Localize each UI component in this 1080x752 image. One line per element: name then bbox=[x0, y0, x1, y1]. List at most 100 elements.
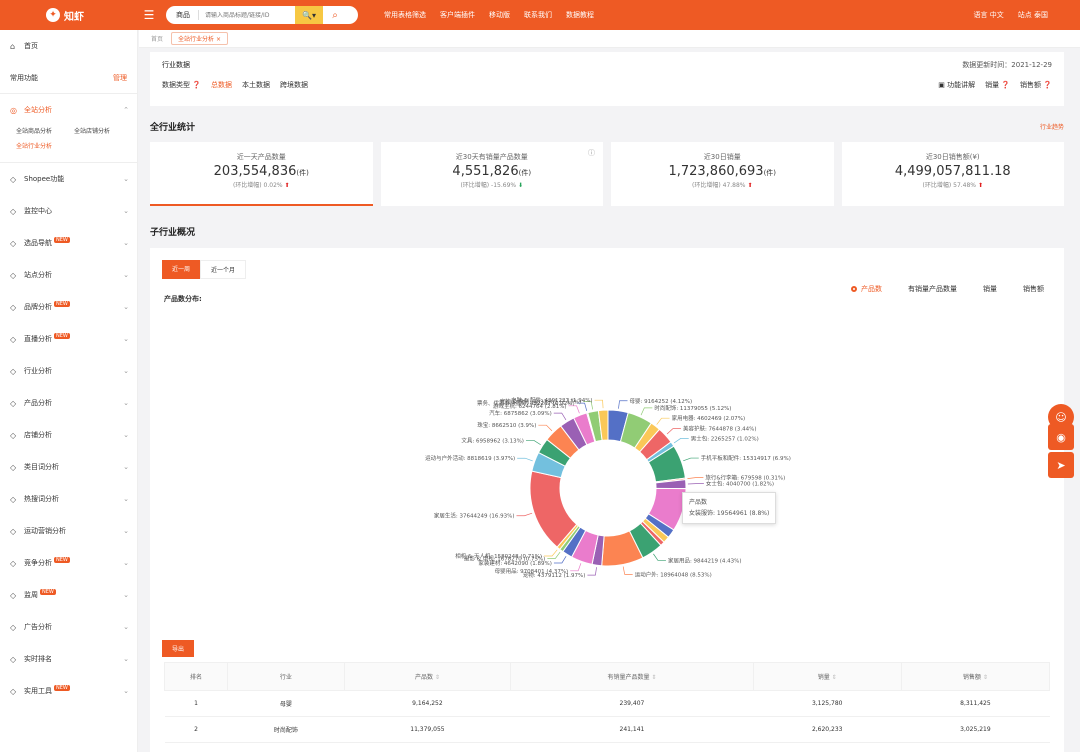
menu-item[interactable]: 客户端插件 bbox=[440, 10, 475, 20]
industry-table: 排名 行业 产品数 ⇕ 有销量产品数量 ⇕ 销量 ⇕ 销售额 ⇕ 1 母婴 9,164,252… bbox=[163, 662, 1051, 752]
sort-icon: ⇕ bbox=[982, 674, 988, 681]
table-row[interactable]: 2 时尚配饰 11,379,055 241,141 2,620,233 3,025,219 bbox=[164, 716, 1050, 743]
label-line bbox=[618, 400, 628, 409]
table-cell: 3 bbox=[164, 742, 228, 752]
type-crossborder[interactable]: 跨境数据 bbox=[280, 80, 308, 90]
new-badge: NEW bbox=[40, 589, 56, 595]
sidebar-item[interactable]: ◇ 直播分析 NEW ⌄ bbox=[0, 323, 137, 355]
sales-link[interactable]: 销量 ❓ bbox=[985, 80, 1010, 90]
rank-icon: ◇ bbox=[10, 654, 17, 664]
brand-logo[interactable]: ✦ 知虾 bbox=[0, 8, 138, 23]
tab-home[interactable]: 首页 bbox=[151, 34, 163, 43]
table-cell: 时尚配饰 bbox=[227, 716, 345, 743]
sidebar-item[interactable]: ◇ 监控中心 ⌄ bbox=[0, 195, 137, 227]
menu-item[interactable]: 常用表格筛选 bbox=[384, 10, 426, 20]
sidebar: ⌂ 首页 常用功能 管理 ◎ 全站分析 ⌃ 全站商品分析 全站店铺分析 全站行业… bbox=[0, 30, 138, 752]
help-icon[interactable]: ❓ bbox=[192, 81, 201, 89]
sidebar-item[interactable]: ◇ 竞争分析 NEW ⌄ bbox=[0, 547, 137, 579]
sidebar-item[interactable]: ◇ 实时排名 ⌄ bbox=[0, 643, 137, 675]
sidebar-item[interactable]: ◇ 广告分析 ⌄ bbox=[0, 611, 137, 643]
sidebar-item-label: 选品导航 bbox=[24, 239, 52, 247]
industry-header-card: 行业数据 数据更新时间：2021-12-29 数据类型 ❓ 总数据 本土数据 跨… bbox=[150, 52, 1064, 106]
tooltip-value: 女装服饰: 19564961 (8.8%) bbox=[689, 510, 770, 517]
manage-link[interactable]: 管理 bbox=[113, 73, 127, 83]
column-header[interactable]: 行业 bbox=[227, 662, 345, 691]
search-input[interactable] bbox=[199, 11, 295, 19]
table-row[interactable]: 3家用电器4,602,46979,473503,9325,442,331 bbox=[164, 742, 1050, 752]
stat-card[interactable]: 近30天有销量产品数量 4,551,826(件) (环比增幅) -15.69% … bbox=[380, 142, 603, 206]
industry-trend-link[interactable]: 行业趋势 bbox=[1040, 122, 1064, 131]
info-icon[interactable]: ⓘ bbox=[588, 148, 595, 158]
sidebar-item[interactable]: ◇ 实用工具 NEW ⌄ bbox=[0, 675, 137, 707]
slice-label: 珠宝: 8662510 (3.9%) bbox=[477, 421, 536, 429]
sidebar-item[interactable]: ◇ 监周 NEW ⌄ bbox=[0, 579, 137, 611]
period-month[interactable]: 近一个月 bbox=[200, 260, 247, 279]
sidebar-item-category[interactable]: ◎ 全站分析 ⌃ bbox=[0, 94, 137, 126]
sidebar-item[interactable]: ◇ 站点分析 ⌄ bbox=[0, 259, 137, 291]
column-header[interactable]: 销售额 ⇕ bbox=[900, 662, 1051, 691]
table-body: 1 母婴 9,164,252 239,407 3,125,780 8,311,425 2 时尚… bbox=[164, 690, 1050, 752]
image-search-icon[interactable]: 🔍▾ bbox=[295, 6, 323, 24]
stat-label: 近30天有销量产品数量 bbox=[455, 153, 528, 161]
sidebar-item[interactable]: ◇ Shopee功能 ⌄ bbox=[0, 163, 137, 195]
sub-industry-panel: 近一周 近一个月 产品数分布: 产品数 有销量产品数量 销量 销售额 母婴: 9… bbox=[150, 248, 1064, 752]
bag-icon: ◇ bbox=[10, 238, 17, 248]
sidebar-item[interactable]: ◇ 品牌分析 NEW ⌄ bbox=[0, 291, 137, 323]
sidebar-item[interactable]: ◇ 热搜词分析 ⌄ bbox=[0, 483, 137, 515]
run-icon: ◇ bbox=[10, 526, 17, 536]
stat-card[interactable]: 近30日销量 1,723,860,693(件) (环比增幅) 47.88% ⬆ bbox=[611, 142, 834, 206]
chevron-down-icon: ⌄ bbox=[123, 207, 129, 215]
stat-pct: -15.69% bbox=[491, 182, 517, 189]
site-select[interactable]: 站点 泰国 bbox=[1018, 10, 1048, 20]
sidebar-item[interactable]: ◇ 类目词分析 ⌄ bbox=[0, 451, 137, 483]
type-total[interactable]: 总数据 bbox=[211, 80, 232, 90]
sidebar-item[interactable]: ◇ 店铺分析 ⌄ bbox=[0, 419, 137, 451]
revenue-link[interactable]: 销售额 ❓ bbox=[1020, 80, 1052, 90]
sidebar-item-label: 实时排名 bbox=[24, 655, 52, 663]
top-bar: ✦ 知虾 ☰ 商品 🔍▾ ⌕ 常用表格筛选 客户端插件 移动版 联系我们 数据教… bbox=[0, 0, 1080, 30]
stat-card[interactable]: 近一天产品数量 203,554,836(件) (环比增幅) 0.02% ⬆ bbox=[150, 142, 373, 206]
stat-card[interactable]: 近30日销售额(¥) 4,499,057,811.18 (环比增幅) 57.48… bbox=[841, 142, 1064, 206]
column-header[interactable]: 销量 ⇕ bbox=[752, 662, 902, 691]
label-line bbox=[553, 555, 567, 564]
menu-item[interactable]: 数据教程 bbox=[566, 10, 594, 20]
column-header[interactable]: 产品数 ⇕ bbox=[343, 662, 512, 691]
period-week[interactable]: 近一周 bbox=[162, 260, 201, 279]
column-header[interactable]: 排名 bbox=[163, 662, 229, 691]
send-icon[interactable]: ➤ bbox=[1048, 452, 1074, 478]
sidebar-item[interactable]: ◇ 选品导航 NEW ⌄ bbox=[0, 227, 137, 259]
menu-item[interactable]: 移动版 bbox=[489, 10, 510, 20]
tab-active[interactable]: 全站行业分析 × bbox=[171, 32, 228, 45]
label-line bbox=[673, 438, 689, 444]
search-icon[interactable]: ⌕ bbox=[323, 6, 347, 24]
table-cell: 4,602,469 bbox=[344, 742, 511, 752]
sidebar-item[interactable]: ◇ 产品分析 ⌄ bbox=[0, 387, 137, 419]
type-local[interactable]: 本土数据 bbox=[242, 80, 270, 90]
sidebar-item[interactable]: ◇ 行业分析 ⌄ bbox=[0, 355, 137, 387]
submenu-item[interactable]: 全站商品分析 bbox=[16, 126, 52, 135]
sidebar-item[interactable]: ◇ 运动营销分析 ⌄ bbox=[0, 515, 137, 547]
table-row[interactable]: 1 母婴 9,164,252 239,407 3,125,780 8,311,425 bbox=[164, 690, 1050, 717]
label-line bbox=[587, 567, 597, 576]
submenu-item-active[interactable]: 全站行业分析 bbox=[16, 141, 52, 150]
chevron-down-icon: ⌄ bbox=[123, 399, 129, 407]
sidebar-item-home[interactable]: ⌂ 首页 bbox=[0, 30, 137, 62]
table-cell: 5,442,331 bbox=[901, 742, 1050, 752]
slice-label: 旅行&行李箱: 679598 (0.31%) bbox=[705, 474, 785, 482]
export-button[interactable]: 导出 bbox=[162, 640, 195, 657]
feature-guide-link[interactable]: ▣ 功能讲解 bbox=[938, 80, 975, 90]
chevron-up-icon: ⌃ bbox=[123, 106, 129, 114]
submenu-item[interactable]: 全站店铺分析 bbox=[74, 126, 110, 135]
sort-icon: ⇕ bbox=[434, 674, 440, 681]
column-header[interactable]: 有销量产品数量 ⇕ bbox=[510, 662, 754, 691]
search-type-select[interactable]: 商品 bbox=[166, 10, 199, 20]
chat-icon[interactable]: ◉ bbox=[1048, 424, 1074, 450]
sidebar-items: ◇ Shopee功能 ⌄ ◇ 监控中心 ⌄ ◇ 选品导航 NEW ⌄ ◇ 站点分析 ⌄ ◇ 品牌分析 NEW ⌄… bbox=[0, 162, 137, 707]
label-line bbox=[553, 412, 567, 421]
menu-item[interactable]: 联系我们 bbox=[524, 10, 552, 20]
update-time: 数据更新时间：2021-12-29 bbox=[962, 61, 1052, 69]
language-select[interactable]: 语言 中文 bbox=[974, 10, 1004, 20]
slice-label: 运动户外: 18964048 (8.53%) bbox=[635, 570, 712, 578]
menu-toggle-icon[interactable]: ☰ bbox=[138, 8, 160, 22]
overview-title: 全行业统计 bbox=[150, 123, 196, 133]
